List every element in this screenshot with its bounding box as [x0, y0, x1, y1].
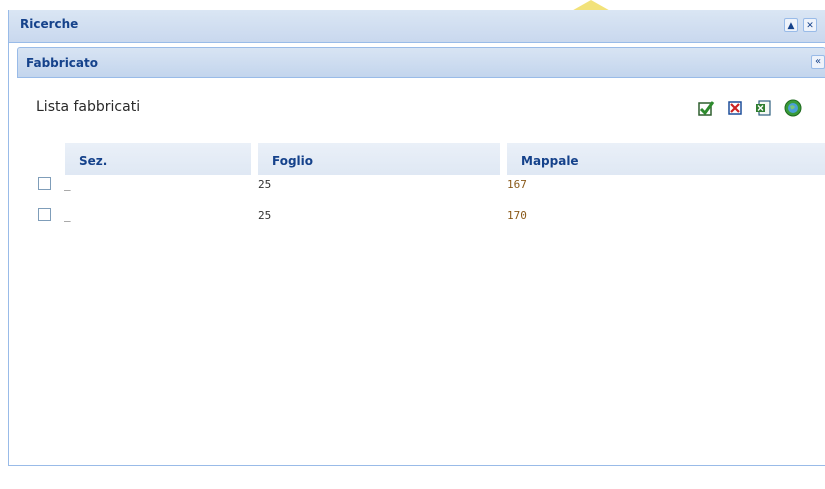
column-header-sez[interactable]: Sez.: [65, 143, 251, 175]
locate-map-icon[interactable]: [784, 99, 802, 117]
column-header-mappale[interactable]: Mappale: [507, 143, 825, 175]
cell-mappale: 170: [507, 209, 527, 222]
collapse-button[interactable]: «: [811, 55, 825, 69]
row-checkbox[interactable]: [38, 177, 51, 190]
ricerche-window: Ricerche ▲ ✕ Fabbricato « Lista fabbrica…: [8, 10, 825, 466]
map-background: [0, 0, 825, 13]
cell-mappale: 167: [507, 178, 527, 191]
deselect-all-icon[interactable]: [726, 99, 744, 117]
export-excel-icon[interactable]: [755, 99, 773, 117]
select-all-icon[interactable]: [697, 99, 715, 117]
cell-foglio: 25: [258, 178, 272, 191]
table-row[interactable]: _ 25 170: [9, 208, 825, 238]
table-row[interactable]: _ 25 167: [9, 177, 825, 207]
window-titlebar[interactable]: Ricerche ▲ ✕: [9, 10, 825, 43]
table-header: Sez. Foglio Mappale: [65, 143, 825, 175]
list-title: Lista fabbricati: [36, 99, 141, 115]
row-checkbox[interactable]: [38, 208, 51, 221]
fabbricato-panel-header[interactable]: Fabbricato «: [17, 47, 825, 78]
panel-title: Fabbricato: [26, 56, 98, 70]
cell-sez: _: [64, 178, 71, 191]
cell-foglio: 25: [258, 209, 272, 222]
minimize-button[interactable]: ▲: [784, 18, 798, 32]
close-button[interactable]: ✕: [803, 18, 817, 32]
column-header-foglio[interactable]: Foglio: [258, 143, 500, 175]
cell-sez: _: [64, 209, 71, 222]
window-title: Ricerche: [20, 17, 79, 31]
